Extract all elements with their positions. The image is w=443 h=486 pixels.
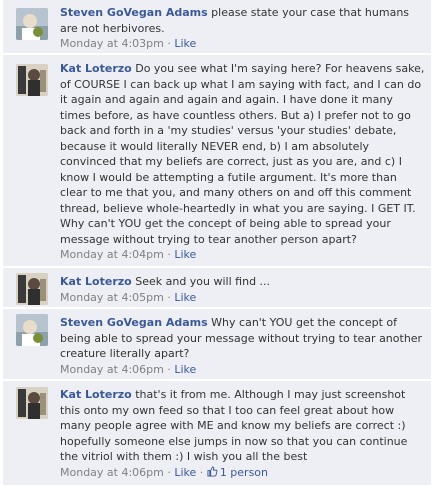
profile-photo-icon <box>16 273 48 305</box>
comment-meta: Monday at 4:05pm · Like <box>60 290 425 305</box>
kat-avatar[interactable] <box>16 273 48 305</box>
comment-meta: Monday at 4:06pm · Like · 1 person <box>60 465 425 480</box>
kat-avatar[interactable] <box>16 64 48 96</box>
like-link[interactable]: Like <box>174 37 196 50</box>
comment-body: Kat Loterzo that's it from me. Although … <box>60 387 425 480</box>
meta-separator: · <box>196 465 207 479</box>
comment-text: Do you see what I'm saying here? For hea… <box>60 62 425 246</box>
profile-photo-icon <box>16 8 48 40</box>
comment-meta: Monday at 4:04pm · Like <box>60 247 425 262</box>
comment-item: Kat Loterzo Seek and you will find ... M… <box>3 268 431 308</box>
comment-item: Kat Loterzo that's it from me. Although … <box>3 381 431 486</box>
profile-photo-icon <box>16 387 48 419</box>
comment-thread: Steven GoVegan Adams please state your c… <box>3 0 431 486</box>
comment-timestamp[interactable]: Monday at 4:06pm <box>60 466 164 479</box>
meta-separator: · <box>163 290 175 304</box>
comment-timestamp[interactable]: Monday at 4:03pm <box>60 37 164 50</box>
like-link[interactable]: Like <box>174 363 196 376</box>
comment-item: Steven GoVegan Adams please state your c… <box>3 0 431 54</box>
like-count-link[interactable]: 1 person <box>207 466 268 479</box>
comment-author-link[interactable]: Kat Loterzo <box>60 62 132 75</box>
kat-avatar[interactable] <box>16 387 48 419</box>
profile-photo-icon <box>16 64 48 96</box>
like-link[interactable]: Like <box>174 291 196 304</box>
comment-text: Seek and you will find ... <box>135 275 271 288</box>
steven-avatar[interactable] <box>16 8 48 40</box>
comment-body: Steven GoVegan Adams please state your c… <box>60 5 425 51</box>
meta-separator: · <box>163 248 175 261</box>
comment-meta: Monday at 4:06pm · Like <box>60 362 425 377</box>
comment-timestamp[interactable]: Monday at 4:04pm <box>60 248 164 261</box>
like-link[interactable]: Like <box>174 466 196 479</box>
like-count-text: 1 person <box>219 465 269 479</box>
comment-timestamp[interactable]: Monday at 4:05pm <box>60 291 164 304</box>
steven-avatar[interactable] <box>16 314 48 346</box>
comment-item: Kat Loterzo Do you see what I'm saying h… <box>3 55 431 267</box>
comment-item: Steven GoVegan Adams Why can't YOU get t… <box>3 309 431 380</box>
comment-author-link[interactable]: Kat Loterzo <box>60 275 132 288</box>
comment-body: Kat Loterzo Seek and you will find ... M… <box>60 274 425 305</box>
like-link[interactable]: Like <box>174 248 196 261</box>
comment-timestamp[interactable]: Monday at 4:06pm <box>60 363 164 376</box>
profile-photo-icon <box>16 314 48 346</box>
meta-separator: · <box>163 37 175 50</box>
comment-meta: Monday at 4:03pm · Like <box>60 36 425 51</box>
comment-author-link[interactable]: Kat Loterzo <box>60 388 132 401</box>
thumbs-up-icon <box>207 465 218 477</box>
meta-separator: · <box>163 362 175 376</box>
comment-body: Kat Loterzo Do you see what I'm saying h… <box>60 61 425 262</box>
comment-author-link[interactable]: Steven GoVegan Adams <box>60 316 208 329</box>
meta-separator: · <box>163 465 175 479</box>
comment-body: Steven GoVegan Adams Why can't YOU get t… <box>60 315 425 377</box>
comment-author-link[interactable]: Steven GoVegan Adams <box>60 6 208 19</box>
